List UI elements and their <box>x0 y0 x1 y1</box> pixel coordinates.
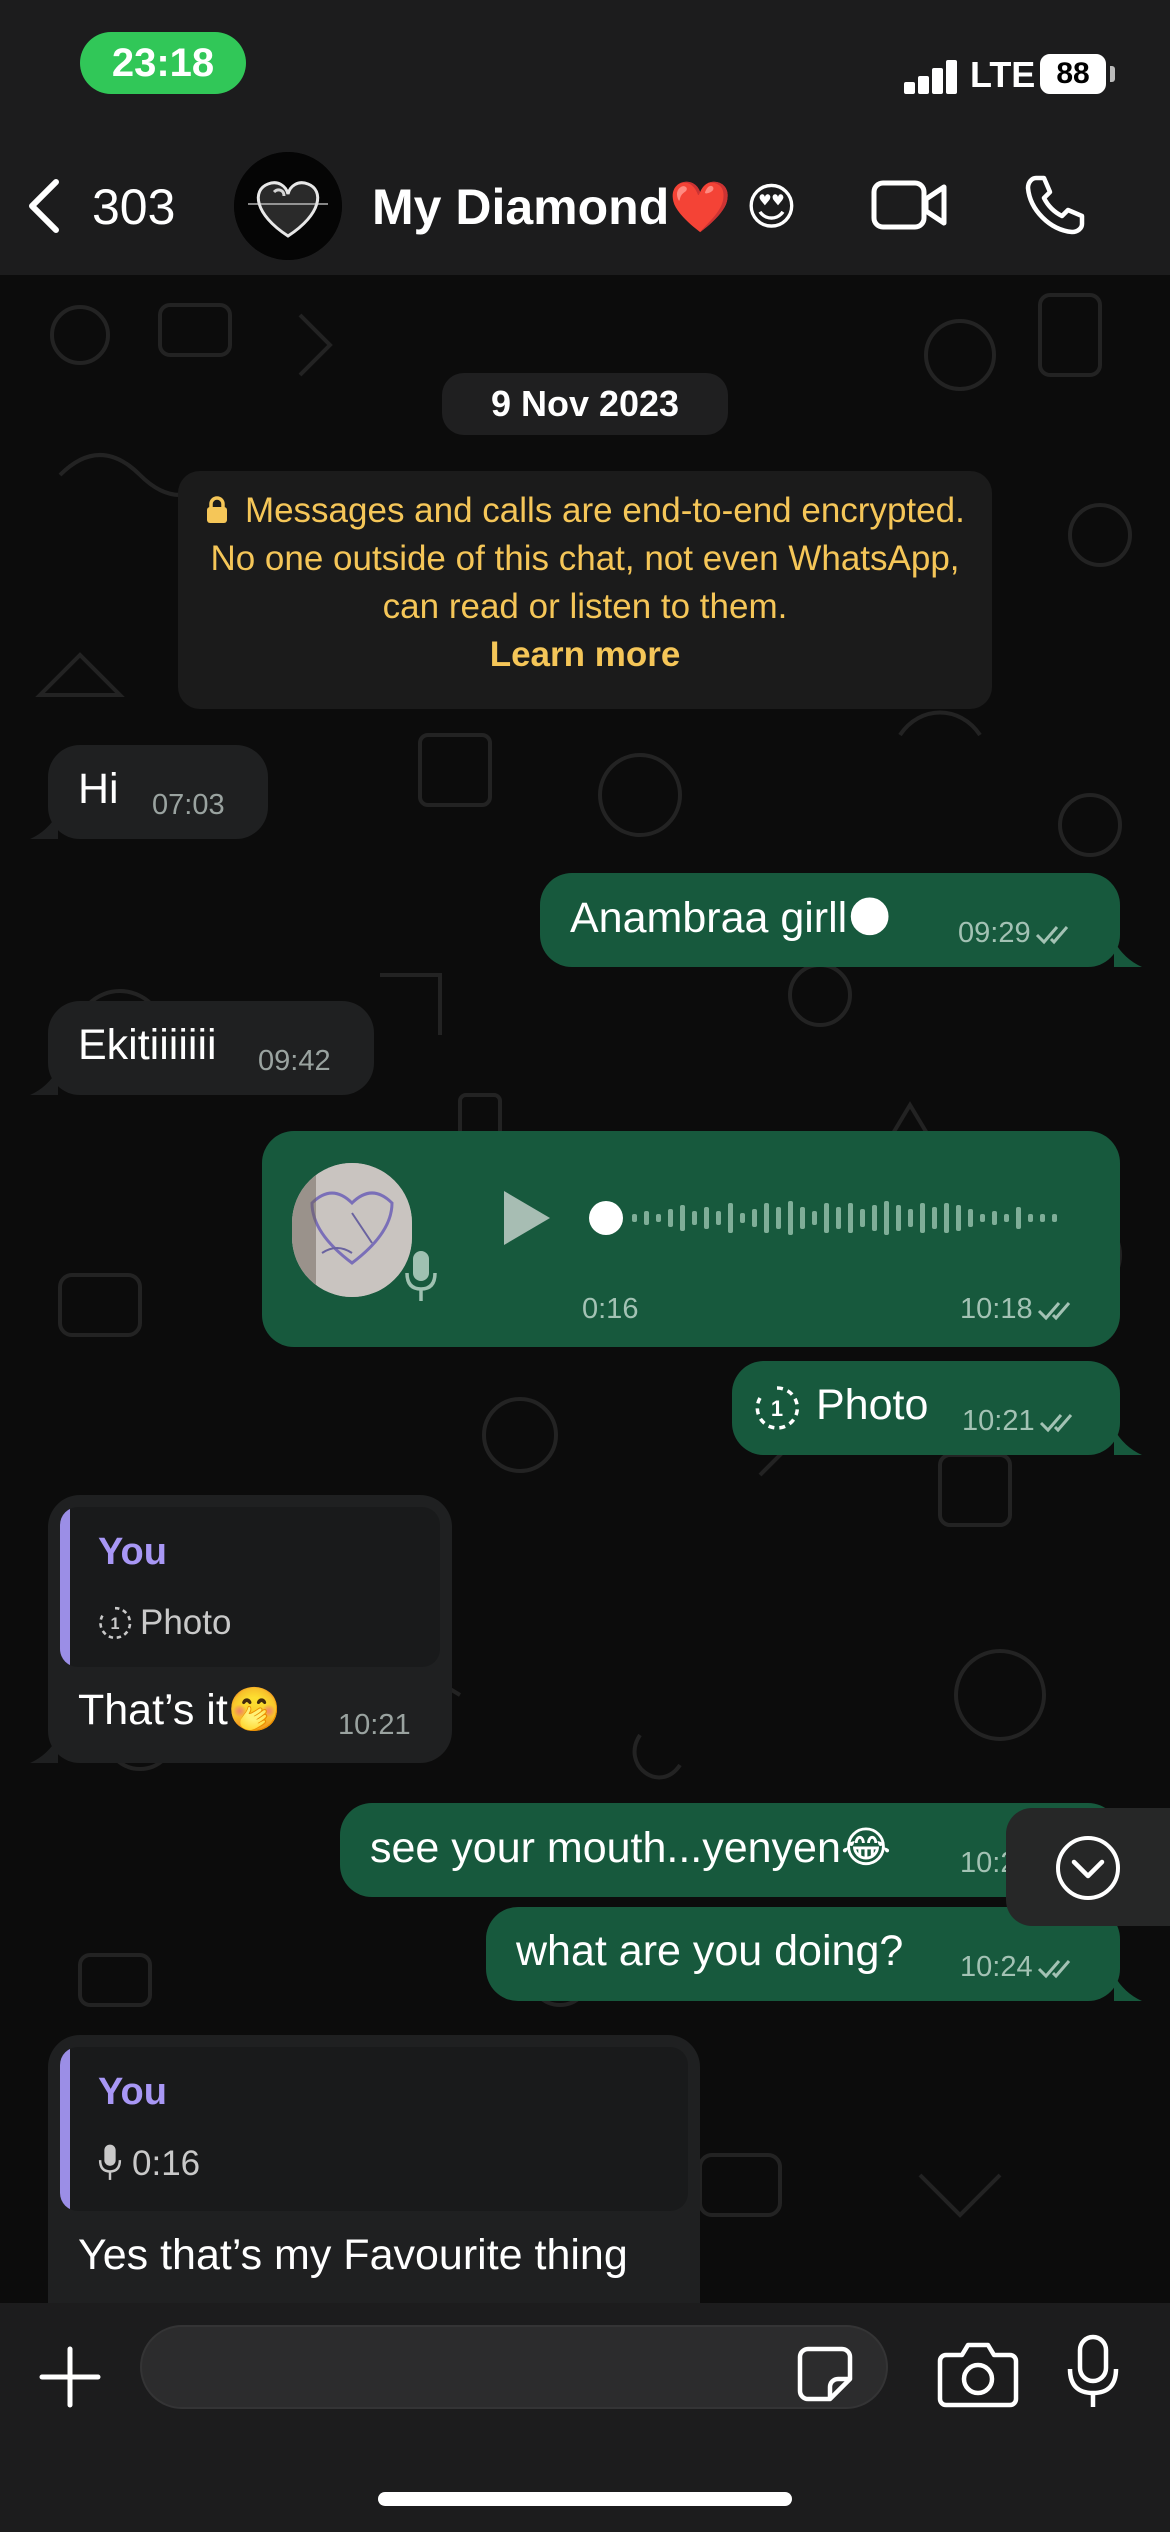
view-once-photo-message[interactable]: 1 Photo 10:21 <box>732 1361 1120 1455</box>
message-time: 09:42 <box>258 1045 331 1077</box>
battery-icon: 88 <box>1040 54 1106 94</box>
network-type: LTE <box>970 54 1036 95</box>
encryption-notice[interactable]: Messages and calls are end-to-end encryp… <box>178 471 992 709</box>
voice-message[interactable]: 0:16 10:18 <box>262 1131 1120 1347</box>
quote-accent-bar <box>60 1507 70 1667</box>
quote-author: You <box>98 1531 167 1573</box>
view-once-icon: 1 <box>99 1606 132 1640</box>
message-outgoing[interactable]: see your mouth...yenyen😂 10:24 <box>340 1803 1120 1897</box>
message-time: 10:24 <box>960 1951 1081 1984</box>
camera-icon[interactable] <box>936 2339 1020 2409</box>
message-time: 10:21 <box>338 1709 411 1741</box>
encryption-text: Messages and calls are end-to-end encryp… <box>210 491 965 626</box>
message-text: Hi <box>78 765 119 813</box>
battery-nub <box>1110 66 1115 82</box>
bubble-tail <box>30 813 58 839</box>
signal-icon <box>904 58 958 94</box>
status-time: 23:18 <box>80 32 246 94</box>
message-time: 10:18 <box>960 1293 1081 1326</box>
view-once-icon: 1 <box>755 1386 800 1430</box>
video-call-icon[interactable] <box>870 175 950 235</box>
message-time: 10:21 <box>962 1405 1083 1438</box>
playback-scrubber <box>589 1201 623 1235</box>
play-icon[interactable] <box>498 1187 554 1249</box>
message-text: Photo <box>816 1381 929 1429</box>
chevron-down-circle-icon <box>1056 1836 1120 1900</box>
message-input[interactable] <box>140 2325 888 2409</box>
quote-author: You <box>98 2071 167 2113</box>
message-text: Yes that’s my Favourite thing <box>78 2231 628 2279</box>
voice-waveform[interactable] <box>588 1181 1088 1255</box>
sticker-icon[interactable] <box>796 2345 854 2403</box>
bubble-tail <box>1114 1429 1142 1455</box>
learn-more-link[interactable]: Learn more <box>490 635 681 674</box>
bubble-tail <box>30 1069 58 1095</box>
microphone-icon[interactable] <box>1064 2333 1122 2411</box>
contact-avatar[interactable] <box>234 152 342 260</box>
microphone-icon <box>405 1251 437 1301</box>
chat-thread[interactable]: 9 Nov 2023 Messages and calls are end-to… <box>0 275 1170 2303</box>
voice-duration: 0:16 <box>582 1293 639 1325</box>
read-receipt-icon <box>1037 1960 1070 1979</box>
read-receipt-icon <box>1039 1414 1072 1433</box>
quote-preview: 1 Photo <box>98 1603 231 1643</box>
reply-message-incoming[interactable]: You 0:16 Yes that’s my Favourite thing <box>48 2035 700 2303</box>
voice-sender-avatar <box>292 1163 412 1297</box>
message-text: see your mouth...yenyen😂 <box>370 1824 892 1872</box>
quote-preview: 0:16 <box>98 2143 200 2184</box>
message-outgoing[interactable]: Anambraa girll🌑 09:29 <box>540 873 1120 967</box>
plus-icon[interactable] <box>38 2345 102 2409</box>
message-time: 07:03 <box>152 789 225 821</box>
message-text: what are you doing? <box>516 1927 904 1975</box>
message-incoming[interactable]: Hi 07:03 <box>48 745 268 839</box>
lock-icon <box>205 491 245 530</box>
date-separator: 9 Nov 2023 <box>442 373 728 435</box>
read-receipt-icon <box>1035 926 1068 945</box>
reply-message-incoming[interactable]: You 1 Photo That’s it🤭 10:21 <box>48 1495 452 1763</box>
quote-accent-bar <box>60 2047 70 2211</box>
message-time: 09:29 <box>958 917 1079 950</box>
message-text: Ekitiiiiiii <box>78 1021 217 1069</box>
quoted-message[interactable]: You 1 Photo <box>60 1507 440 1667</box>
bubble-tail <box>30 1737 58 1763</box>
scroll-to-bottom-button[interactable] <box>1006 1808 1170 1926</box>
microphone-icon <box>98 2144 122 2180</box>
back-chevron-icon[interactable] <box>24 176 64 236</box>
phone-call-icon[interactable] <box>1022 172 1088 238</box>
bubble-tail <box>1114 1975 1142 2001</box>
message-text: Anambraa girll🌑 <box>570 894 893 942</box>
quoted-message[interactable]: You 0:16 <box>60 2047 688 2211</box>
read-receipt-icon <box>1037 1302 1070 1321</box>
message-text: That’s it🤭 <box>78 1686 282 1734</box>
svg-text:1: 1 <box>771 1396 783 1421</box>
svg-text:1: 1 <box>110 1615 119 1633</box>
message-incoming[interactable]: Ekitiiiiiii 09:42 <box>48 1001 374 1095</box>
contact-name[interactable]: My Diamond❤️ 😍 <box>372 178 798 237</box>
chat-header: 23:18 LTE 88 303 My Diamond❤️ 😍 <box>0 0 1170 275</box>
home-indicator[interactable] <box>378 2492 792 2506</box>
heart-avatar-icon <box>234 152 342 260</box>
unread-count[interactable]: 303 <box>92 178 175 236</box>
bubble-tail <box>1114 941 1142 967</box>
